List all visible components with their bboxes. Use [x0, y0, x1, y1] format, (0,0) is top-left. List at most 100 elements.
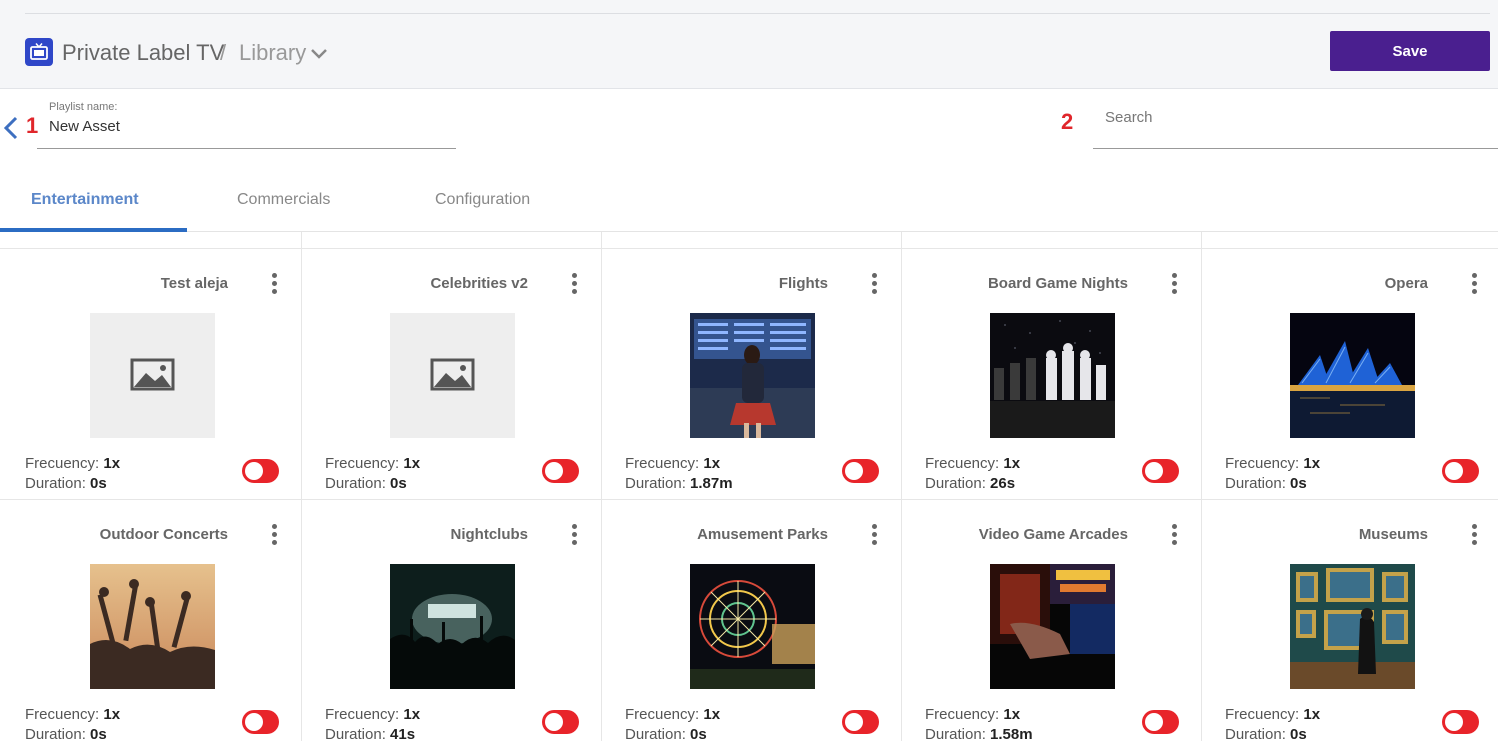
more-options-icon[interactable] [569, 273, 579, 295]
asset-thumbnail[interactable] [90, 564, 215, 689]
frequency-label: Frecuency: [25, 706, 100, 723]
asset-thumbnail[interactable] [990, 564, 1115, 689]
frequency-label: Frecuency: [1225, 455, 1300, 472]
frequency-label: Frecuency: [625, 706, 700, 723]
asset-thumbnail[interactable] [1290, 313, 1415, 438]
tab-commercials[interactable]: Commercials [237, 191, 330, 209]
more-options-icon[interactable] [569, 524, 579, 546]
frequency-label: Frecuency: [925, 455, 1000, 472]
more-options-icon[interactable] [869, 524, 879, 546]
more-options-icon[interactable] [1469, 273, 1479, 295]
more-options-icon[interactable] [1469, 524, 1479, 546]
search-input[interactable] [1105, 109, 1485, 126]
asset-thumbnail[interactable] [690, 564, 815, 689]
asset-card[interactable]: Test aleja Frecuency: 1x Duration: 0s [1, 249, 301, 500]
duration-label: Duration: [325, 726, 386, 743]
asset-title[interactable]: Board Game Nights [988, 275, 1128, 292]
more-options-icon[interactable] [869, 273, 879, 295]
duration-value: 41s [390, 726, 416, 743]
enable-toggle[interactable] [1442, 710, 1479, 734]
annotation-marker-1: 1 [26, 113, 39, 138]
save-button[interactable]: Save [1330, 31, 1490, 71]
frequency-label: Frecuency: [625, 455, 700, 472]
frequency-value: 1x [1003, 455, 1021, 472]
frequency-row: Frecuency: 1x [625, 706, 720, 723]
page-header: Private Label TV / Library Save [0, 0, 1498, 89]
duration-row: Duration: 0s [25, 475, 107, 492]
asset-card[interactable]: Nightclubs Frecuency: 1x Duration: 41s [301, 500, 601, 751]
frequency-row: Frecuency: 1x [925, 706, 1020, 723]
duration-value: 1.58m [990, 726, 1033, 743]
more-options-icon[interactable] [1169, 524, 1179, 546]
breadcrumb-separator: / [220, 40, 227, 65]
asset-card[interactable]: Board Game Nights Frecuency: 1x Duration: … [901, 249, 1201, 500]
asset-title[interactable]: Museums [1359, 526, 1428, 543]
more-options-icon[interactable] [269, 524, 279, 546]
asset-thumbnail[interactable] [390, 564, 515, 689]
more-options-icon[interactable] [269, 273, 279, 295]
breadcrumb-app-name[interactable]: Private Label TV [62, 40, 224, 66]
asset-thumbnail[interactable] [1290, 564, 1415, 689]
enable-toggle[interactable] [242, 710, 279, 734]
tab-entertainment[interactable]: Entertainment [31, 191, 139, 209]
asset-title[interactable]: Amusement Parks [697, 526, 828, 543]
asset-thumbnail[interactable] [690, 313, 815, 438]
header-divider [25, 13, 1490, 14]
asset-title[interactable]: Test aleja [161, 275, 228, 292]
enable-toggle[interactable] [842, 710, 879, 734]
asset-title[interactable]: Outdoor Concerts [100, 526, 228, 543]
enable-toggle[interactable] [242, 459, 279, 483]
frequency-row: Frecuency: 1x [1225, 455, 1320, 472]
frequency-row: Frecuency: 1x [925, 455, 1020, 472]
enable-toggle[interactable] [1442, 459, 1479, 483]
asset-card[interactable]: Video Game Arcades Frecuency: 1x Duration:… [901, 500, 1201, 751]
frequency-value: 1x [1303, 706, 1321, 723]
frequency-value: 1x [103, 706, 121, 723]
duration-row: Duration: 0s [1225, 475, 1307, 492]
frequency-value: 1x [1003, 706, 1021, 723]
frequency-label: Frecuency: [325, 455, 400, 472]
duration-value: 0s [90, 475, 107, 492]
asset-title[interactable]: Opera [1385, 275, 1428, 292]
asset-thumbnail[interactable] [390, 313, 515, 438]
search-underline [1093, 148, 1498, 149]
playlist-name-input[interactable] [49, 118, 449, 135]
duration-value: 0s [90, 726, 107, 743]
duration-label: Duration: [325, 475, 386, 492]
frequency-value: 1x [403, 706, 421, 723]
back-arrow-icon[interactable] [3, 116, 19, 145]
asset-title[interactable]: Video Game Arcades [979, 526, 1128, 543]
duration-row: Duration: 0s [625, 726, 707, 743]
asset-card[interactable]: Outdoor Concerts Frecuency: 1x Duration: 0… [1, 500, 301, 751]
frequency-row: Frecuency: 1x [625, 455, 720, 472]
duration-label: Duration: [625, 726, 686, 743]
more-options-icon[interactable] [1169, 273, 1179, 295]
asset-card[interactable]: Opera Frecuency: 1x Duration: 0s [1201, 249, 1498, 500]
tab-configuration[interactable]: Configuration [435, 191, 530, 209]
frequency-label: Frecuency: [925, 706, 1000, 723]
frequency-label: Frecuency: [1225, 706, 1300, 723]
asset-card[interactable]: Flights Frecuency: 1x Duration: 1.87m [601, 249, 901, 500]
duration-row: Duration: 0s [1225, 726, 1307, 743]
enable-toggle[interactable] [542, 710, 579, 734]
asset-thumbnail[interactable] [990, 313, 1115, 438]
annotation-marker-2: 2 [1061, 109, 1074, 134]
duration-value: 1.87m [690, 475, 733, 492]
asset-title[interactable]: Flights [779, 275, 828, 292]
breadcrumb-section[interactable]: Library [239, 40, 306, 66]
asset-thumbnail[interactable] [90, 313, 215, 438]
asset-card[interactable]: Celebrities v2 Frecuency: 1x Duration: 0s [301, 249, 601, 500]
duration-value: 0s [690, 726, 707, 743]
frequency-value: 1x [703, 706, 721, 723]
enable-toggle[interactable] [1142, 459, 1179, 483]
enable-toggle[interactable] [1142, 710, 1179, 734]
enable-toggle[interactable] [542, 459, 579, 483]
asset-title[interactable]: Celebrities v2 [430, 275, 528, 292]
asset-title[interactable]: Nightclubs [451, 526, 529, 543]
frequency-value: 1x [103, 455, 121, 472]
chevron-down-icon[interactable] [310, 47, 328, 65]
enable-toggle[interactable] [842, 459, 879, 483]
asset-card[interactable]: Museums Frecuency: 1x Duration: 0s [1201, 500, 1498, 751]
duration-label: Duration: [1225, 475, 1286, 492]
asset-card[interactable]: Amusement Parks Frecuency: 1x Duration: 0s [601, 500, 901, 751]
